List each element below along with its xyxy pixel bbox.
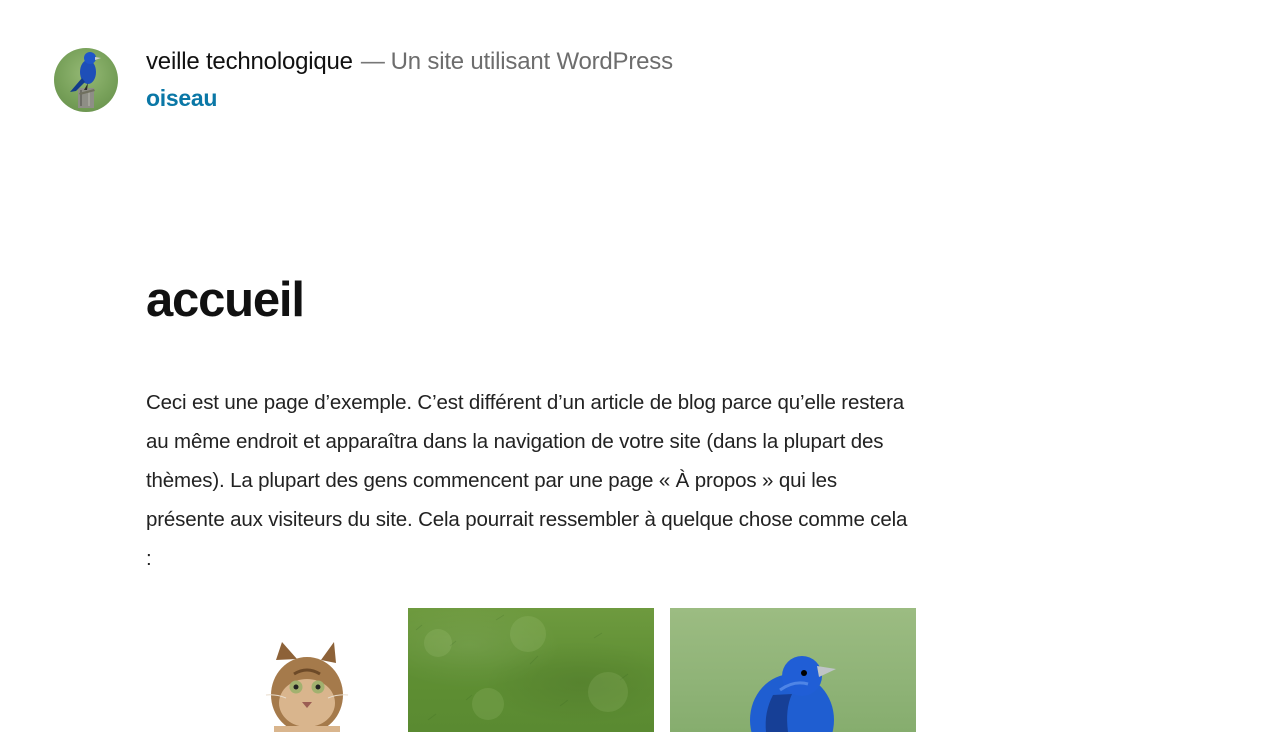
site-branding: veille technologique — Un site utilisant W… (146, 48, 673, 112)
site-header: veille technologique — Un site utilisant W… (54, 48, 673, 112)
gallery-item-bird[interactable] (670, 608, 916, 732)
site-title-line: veille technologique — Un site utilisant W… (146, 48, 673, 76)
page-content: Ceci est une page d’exemple. C’est diffé… (146, 391, 908, 570)
site-title[interactable]: veille technologique (146, 48, 353, 75)
title-separator: — (360, 48, 385, 75)
page-title: accueil (146, 273, 305, 327)
nav-link-oiseau[interactable]: oiseau (146, 85, 217, 112)
gallery-item-grass[interactable] (408, 608, 654, 732)
cat-image (265, 642, 349, 732)
site-logo[interactable] (54, 48, 118, 112)
grass-image (415, 614, 629, 721)
bird-logo-icon (70, 52, 101, 108)
page-entry: accueil Ceci est une page d’exemple. C’e… (146, 270, 926, 578)
site-description: Un site utilisant WordPress (390, 48, 673, 75)
gallery-item-cat[interactable] (146, 608, 392, 732)
image-gallery (146, 608, 917, 732)
bird-image (750, 656, 836, 732)
